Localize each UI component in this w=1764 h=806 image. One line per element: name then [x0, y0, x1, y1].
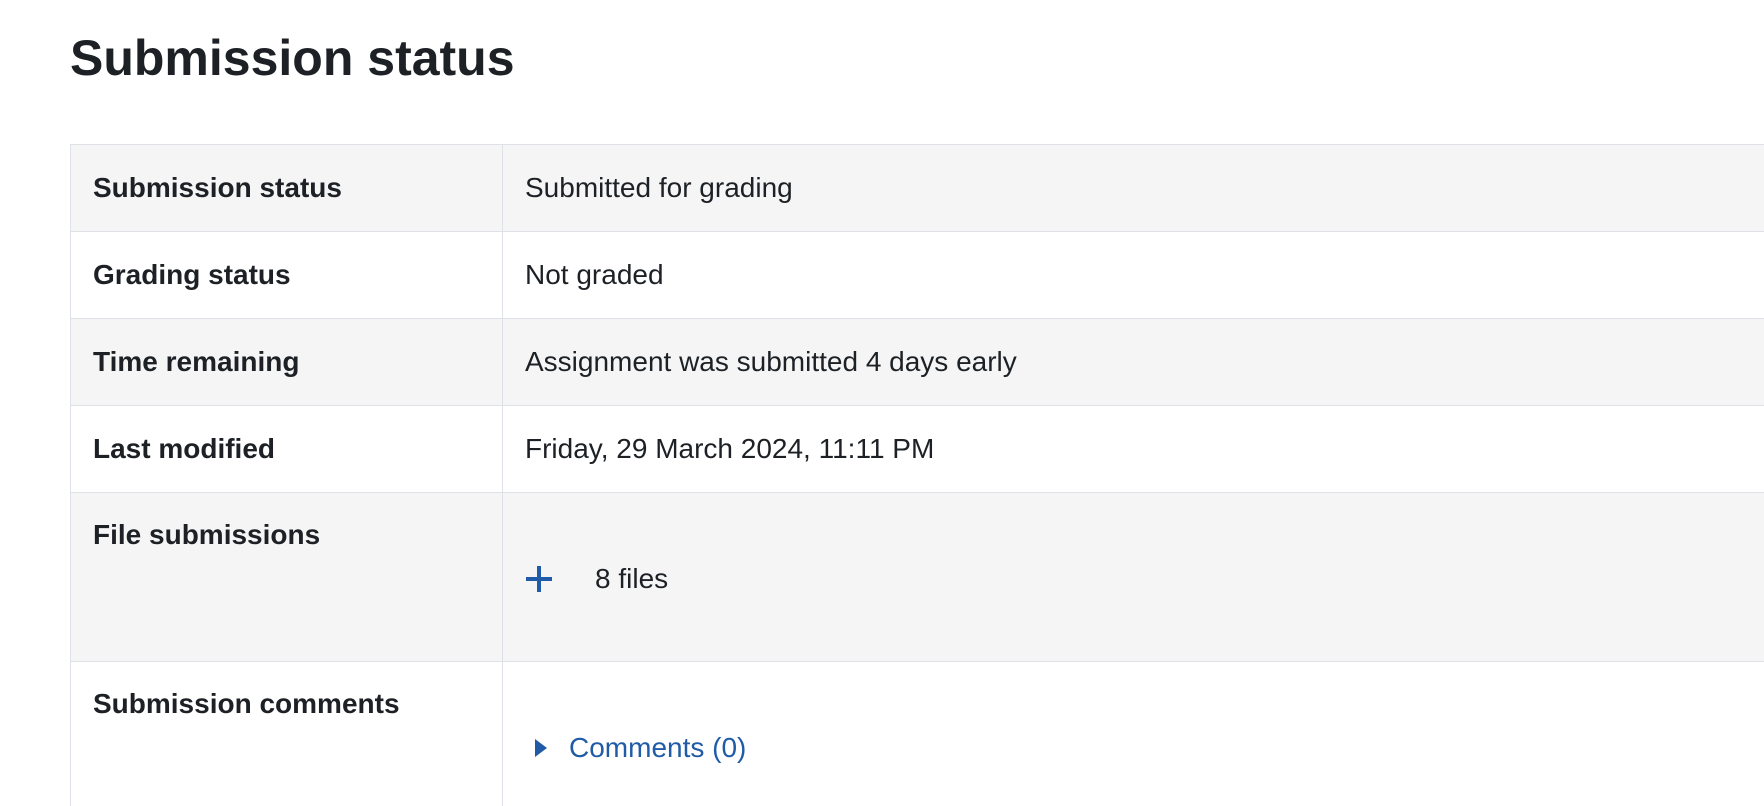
row-label: Submission status: [70, 144, 503, 232]
files-count[interactable]: 8 files: [595, 561, 668, 597]
comments-link[interactable]: Comments (0): [569, 730, 746, 766]
submission-status-table: Submission status Submitted for grading …: [70, 144, 1764, 806]
row-label: Time remaining: [70, 318, 503, 406]
time-remaining-value: Assignment was submitted 4 days early: [502, 318, 1764, 406]
table-row: Last modified Friday, 29 March 2024, 11:…: [70, 405, 1764, 493]
table-row: Grading status Not graded: [70, 231, 1764, 319]
table-row: Time remaining Assignment was submitted …: [70, 318, 1764, 406]
plus-icon[interactable]: [525, 565, 553, 593]
table-row: File submissions 8 files: [70, 492, 1764, 662]
submission-comments-value: Comments (0): [502, 661, 1764, 806]
file-submissions-value: 8 files: [502, 492, 1764, 662]
submission-status-value: Submitted for grading: [502, 144, 1764, 232]
table-row: Submission comments Comments (0): [70, 661, 1764, 806]
page: Submission status Submission status Subm…: [0, 0, 1764, 806]
table-row: Submission status Submitted for grading: [70, 144, 1764, 232]
row-label: File submissions: [70, 492, 503, 662]
last-modified-value: Friday, 29 March 2024, 11:11 PM: [502, 405, 1764, 493]
page-title: Submission status: [70, 30, 515, 86]
row-label: Submission comments: [70, 661, 503, 806]
row-label: Last modified: [70, 405, 503, 493]
caret-right-icon[interactable]: [535, 739, 547, 757]
file-tree: 8 files: [525, 557, 1757, 597]
row-label: Grading status: [70, 231, 503, 319]
comments-toggle[interactable]: Comments (0): [525, 726, 1757, 766]
grading-status-value: Not graded: [502, 231, 1764, 319]
